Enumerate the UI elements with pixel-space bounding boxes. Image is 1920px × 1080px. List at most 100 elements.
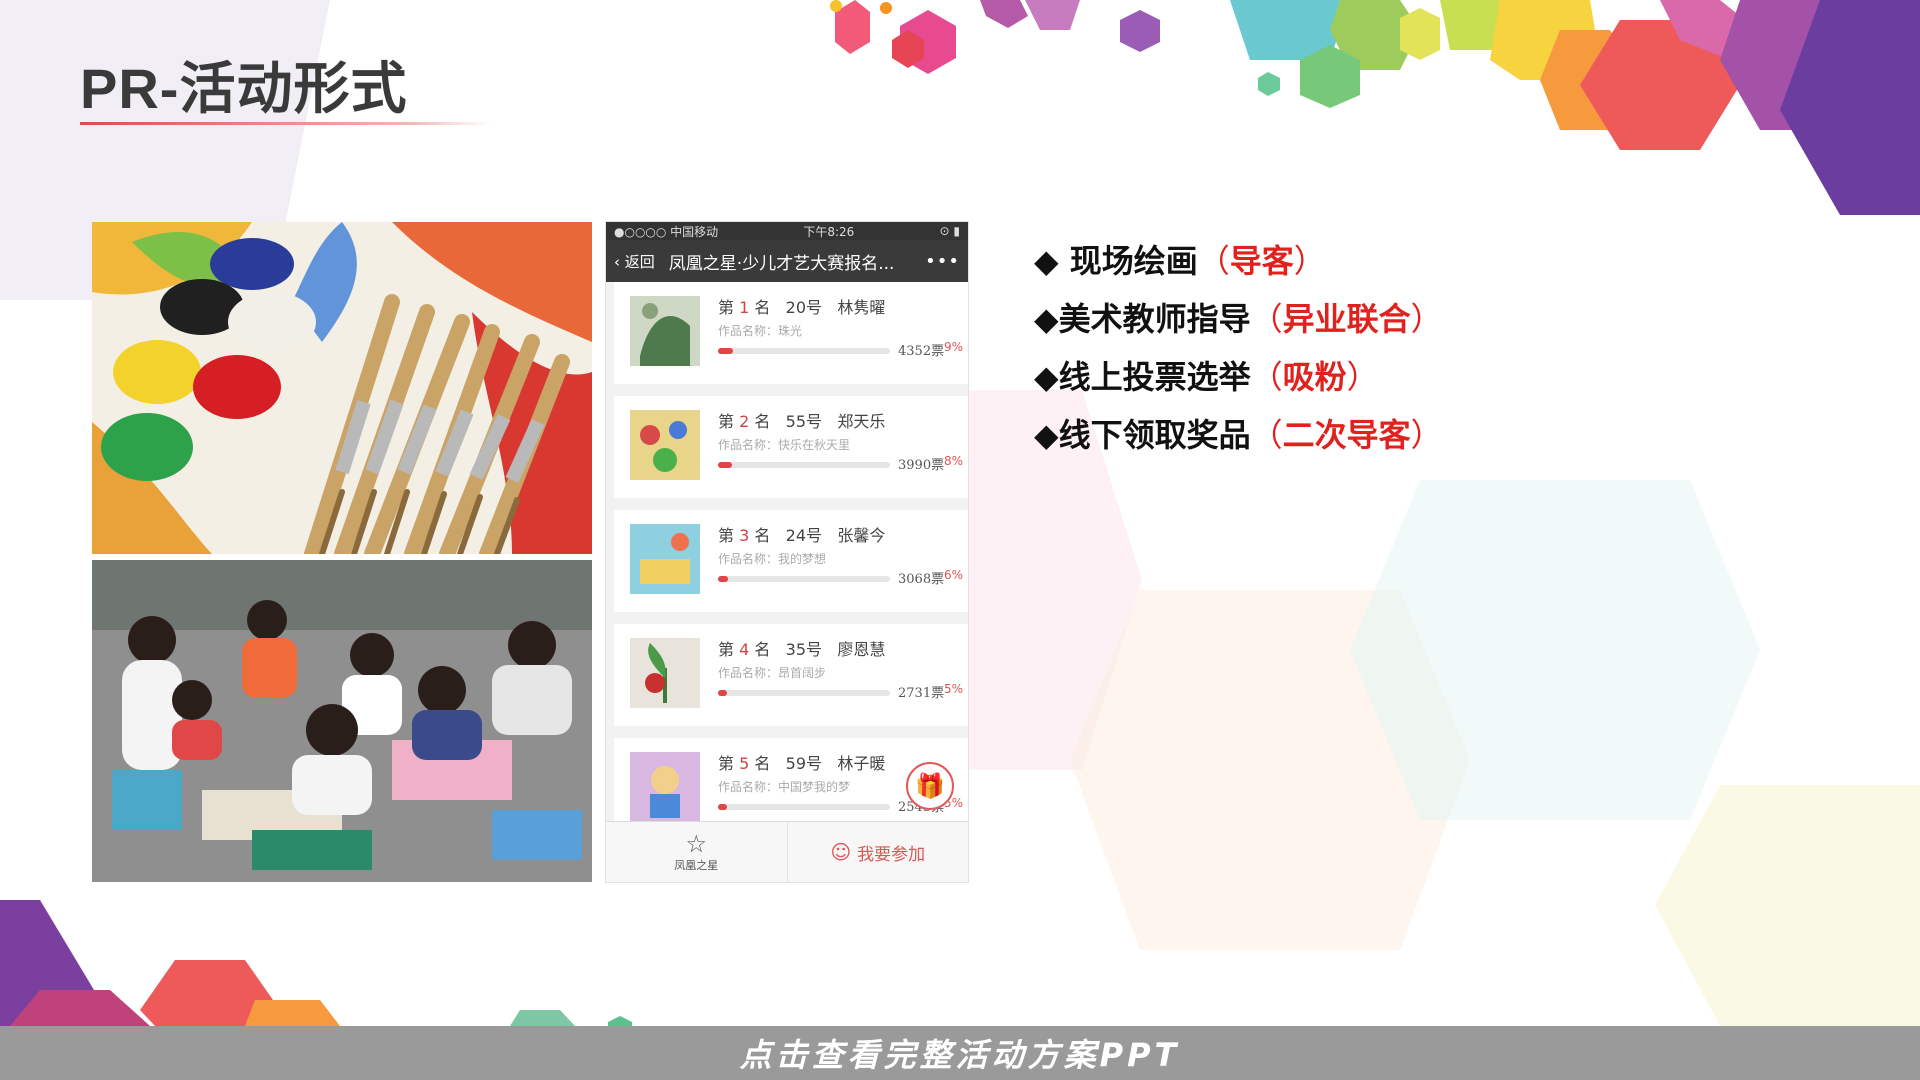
bullet-paren-open: （ [1250,416,1283,454]
status-carrier: ●○○○○ 中国移动 [614,224,719,239]
back-label: 返回 [624,252,655,271]
vote-count: 4352票 [898,344,945,359]
chevron-left-icon: ‹ [614,252,625,271]
vote-progress-fill [718,690,727,696]
rank-prefix: 第 [718,298,735,317]
vote-progress-bar [718,576,890,582]
status-battery-icon: ⊙ ▮ [939,224,960,238]
bullet-highlight: 吸粉 [1282,358,1347,396]
bullet-item: ◆美术教师指导（异业联合） [1034,296,1443,354]
phone-screenshot: ●○○○○ 中国移动 下午8:26 ⊙ ▮ ‹ 返回 凤凰之星·少儿才艺大赛报名… [606,222,968,882]
vote-progress-bar [718,348,890,354]
work-title: 作品名称：昂首阔步 [718,666,827,680]
bullet-item: ◆ 现场绘画（导客） [1034,238,1443,296]
rank-suffix: 名 [754,640,771,659]
vote-progress-fill [718,462,732,468]
vote-progress-fill [718,576,729,582]
children-drawing-photo [92,560,592,882]
bullet-text: 线上投票选举 [1058,358,1251,396]
entry-name: 林子暖 [837,754,886,773]
entry-number: 55号 [785,412,823,431]
bullet-paren-open: （ [1197,242,1230,280]
work-title: 作品名称：快乐在秋天里 [718,438,851,452]
diamond-icon: ◆ [1034,416,1059,454]
artwork-thumbnail [630,410,700,480]
diamond-icon: ◆ [1034,358,1059,396]
work-title: 作品名称：中国梦我的梦 [718,780,851,794]
paint-brushes-photo [92,222,592,554]
entry-number: 20号 [785,298,823,317]
list-item[interactable]: 第 2 名 55号 郑天乐 作品名称：快乐在秋天里 3990票 8% [614,396,968,498]
diamond-icon: ◆ [1034,300,1059,338]
bullet-text: 线下领取奖品 [1058,416,1251,454]
rank-suffix: 名 [754,412,771,431]
tab-home-label: 凤凰之星 [674,859,719,872]
vote-progress-bar [718,690,890,696]
vote-count: 3068票 [898,572,945,587]
list-item[interactable]: 第 4 名 35号 廖恩慧 作品名称：昂首阔步 2731票 5% [614,624,968,726]
activity-bullet-list: ◆ 现场绘画（导客） ◆美术教师指导（异业联合） ◆线上投票选举（吸粉） ◆线下… [1034,238,1443,470]
footer-label: 点击查看完整活动方案PPT [739,1036,1181,1074]
entry-name: 张馨今 [837,526,886,545]
bullet-text: 现场绘画 [1058,242,1198,280]
vote-percent: 6% [944,568,964,582]
rank-number: 4 [739,640,750,659]
bullet-highlight: 二次导客 [1282,416,1411,454]
phone-status-bar: ●○○○○ 中国移动 下午8:26 ⊙ ▮ [606,222,968,240]
vote-count: 3990票 [898,458,945,473]
title-underline [80,122,492,125]
entry-name: 林隽曜 [837,298,886,317]
list-item[interactable]: 第 1 名 20号 林隽曜 作品名称：珠光 4352票 9% [614,282,968,384]
artwork-thumbnail [630,524,700,594]
tab-home[interactable]: ☆ 凤凰之星 [606,822,787,882]
vote-progress-fill [718,348,734,354]
entry-name: 廖恩慧 [837,640,886,659]
rank-number: 2 [739,412,750,431]
entry-number: 24号 [785,526,823,545]
rank-prefix: 第 [718,640,735,659]
join-button[interactable]: ☺ 我要参加 [786,822,969,882]
artwork-thumbnail [630,752,700,822]
bullet-item: ◆线下领取奖品（二次导客） [1034,412,1443,470]
entry-number: 35号 [785,640,823,659]
diamond-icon: ◆ [1034,242,1059,280]
view-full-plan-link[interactable]: 点击查看完整活动方案PPT [0,1026,1920,1080]
status-time: 下午8:26 [803,224,855,239]
phone-tab-bar: ☆ 凤凰之星 ☺ 我要参加 [606,821,968,882]
rank-prefix: 第 [718,526,735,545]
vote-progress-bar [718,804,890,810]
star-icon: ☆ [685,830,707,858]
vote-percent: 9% [944,340,964,354]
bullet-paren-open: （ [1250,300,1283,338]
bullet-paren-close: ） [1293,242,1326,280]
bullet-text: 美术教师指导 [1058,300,1251,338]
smile-icon: ☺ [830,840,852,864]
rank-prefix: 第 [718,412,735,431]
entry-number: 59号 [785,754,823,773]
vote-percent: 8% [944,454,964,468]
vote-progress-fill [718,804,727,810]
bullet-item: ◆线上投票选举（吸粉） [1034,354,1443,412]
gift-icon[interactable]: 🎁 [906,762,954,810]
bullet-paren-close: ） [1410,300,1443,338]
more-menu-button[interactable]: ••• [925,251,960,272]
rank-number: 5 [739,754,750,773]
vote-progress-bar [718,462,890,468]
rank-suffix: 名 [754,526,771,545]
work-title: 作品名称：珠光 [718,324,803,338]
rank-prefix: 第 [718,754,735,773]
bullet-paren-close: ） [1410,416,1443,454]
vote-percent: 5% [944,682,964,696]
bullet-highlight: 导客 [1229,242,1294,280]
entry-name: 郑天乐 [837,412,886,431]
nav-title: 凤凰之星·少儿才艺大赛报名... [668,253,895,274]
bullet-paren-close: ） [1346,358,1379,396]
artwork-thumbnail [630,296,700,366]
rank-number: 3 [739,526,750,545]
bullet-highlight: 异业联合 [1282,300,1411,338]
bullet-paren-open: （ [1250,358,1283,396]
list-item[interactable]: 第 3 名 24号 张馨今 作品名称：我的梦想 3068票 6% [614,510,968,612]
phone-nav-bar: ‹ 返回 凤凰之星·少儿才艺大赛报名... ••• [606,240,968,282]
rank-suffix: 名 [754,754,771,773]
back-button[interactable]: ‹ 返回 [614,251,655,272]
